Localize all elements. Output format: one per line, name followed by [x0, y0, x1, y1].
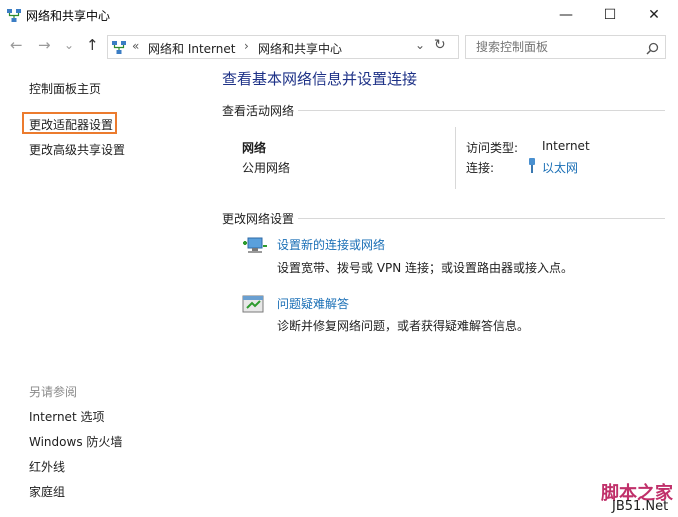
breadcrumb-sharing-center[interactable]: 网络和共享中心 — [258, 40, 342, 57]
history-dropdown-icon[interactable]: ⌄ — [64, 38, 74, 52]
new-connection-icon — [242, 234, 268, 258]
ethernet-icon — [526, 158, 538, 173]
close-button[interactable]: ✕ — [634, 0, 674, 30]
network-type: 公用网络 — [242, 161, 291, 175]
see-also-label: 另请参阅 — [29, 385, 78, 399]
search-icon[interactable] — [646, 40, 659, 55]
back-arrow-icon[interactable]: ← — [10, 36, 23, 54]
address-bar[interactable]: « 网络和 Internet › 网络和共享中心 ⌄ — [107, 35, 459, 59]
ethernet-link[interactable]: 以太网 — [542, 159, 578, 176]
control-panel-home-link[interactable]: 控制面板主页 — [29, 80, 101, 97]
homegroup-link[interactable]: 家庭组 — [29, 483, 65, 500]
forward-arrow-icon[interactable]: → — [38, 36, 51, 54]
window-title: 网络和共享中心 — [26, 9, 111, 23]
access-type-label: 访问类型: — [466, 141, 519, 155]
change-advanced-sharing-link[interactable]: 更改高级共享设置 — [29, 141, 125, 158]
address-dropdown-icon[interactable]: ⌄ — [415, 38, 425, 52]
access-type-value: Internet — [542, 139, 590, 153]
breadcrumb-separator-icon[interactable]: › — [244, 39, 249, 53]
setup-new-connection-link[interactable]: 设置新的连接或网络 — [277, 236, 385, 253]
search-box[interactable] — [465, 35, 666, 59]
maximize-button[interactable]: ☐ — [590, 0, 630, 30]
breadcrumb-network-internet[interactable]: 网络和 Internet — [148, 40, 235, 57]
active-networks-label: 查看活动网络 — [222, 102, 299, 119]
watermark-site-text: JB51.Net — [612, 499, 669, 514]
control-panel-icon — [112, 40, 126, 54]
network-name: 网络 — [242, 141, 267, 155]
minimize-button[interactable]: — — [546, 0, 586, 30]
page-title: 查看基本网络信息并设置连接 — [222, 70, 418, 88]
internet-options-link[interactable]: Internet 选项 — [29, 408, 104, 425]
connections-label: 连接: — [466, 161, 495, 175]
refresh-icon[interactable]: ↻ — [434, 37, 446, 53]
address-prefix-icon[interactable]: « — [132, 39, 139, 53]
up-arrow-icon[interactable]: ↑ — [86, 36, 99, 54]
network-divider — [455, 127, 456, 189]
change-settings-label: 更改网络设置 — [222, 210, 299, 227]
troubleshoot-desc: 诊断并修复网络问题，或者获得疑难解答信息。 — [277, 319, 530, 333]
troubleshoot-icon — [242, 294, 266, 316]
search-input[interactable] — [474, 39, 648, 55]
troubleshoot-link[interactable]: 问题疑难解答 — [277, 295, 349, 312]
infrared-link[interactable]: 红外线 — [29, 458, 65, 475]
setup-new-connection-desc: 设置宽带、拨号或 VPN 连接；或设置路由器或接入点。 — [277, 261, 574, 275]
change-adapter-settings-link[interactable]: 更改适配器设置 — [29, 116, 113, 133]
windows-firewall-link[interactable]: Windows 防火墙 — [29, 433, 122, 450]
network-center-icon — [7, 8, 21, 22]
